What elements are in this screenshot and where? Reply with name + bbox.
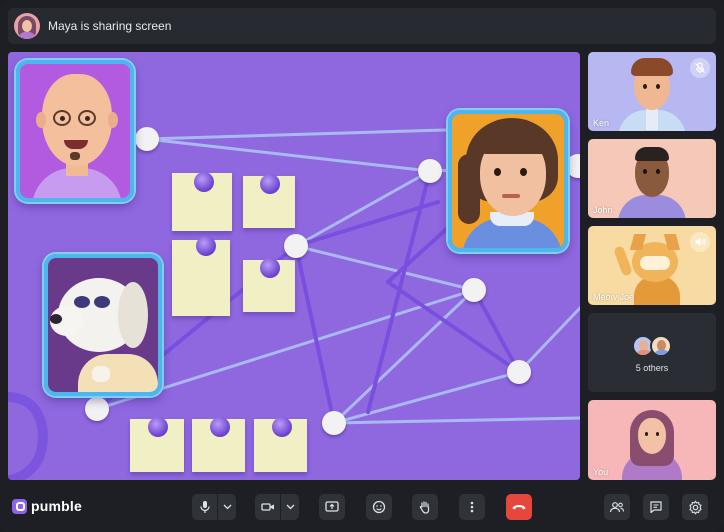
share-screen-button[interactable] [319, 494, 345, 520]
screen-share-banner: Maya is sharing screen [8, 8, 716, 44]
board-photo-bald-man [16, 60, 134, 202]
mic-options-button[interactable] [218, 494, 236, 520]
pushpin [272, 417, 292, 437]
call-toolbar: pumble [0, 488, 724, 532]
board-node [135, 127, 159, 151]
hand-icon [419, 501, 430, 514]
hang-up-icon [512, 505, 526, 510]
board-node [507, 360, 531, 384]
participant-name: Meow Joe [593, 292, 635, 302]
speaker-icon [690, 232, 710, 252]
more-options-button[interactable] [459, 494, 485, 520]
mic-muted-icon [690, 58, 710, 78]
chevron-down-icon [286, 504, 294, 510]
participants-button[interactable] [604, 494, 630, 520]
smiley-icon [372, 500, 386, 514]
board-node [284, 234, 308, 258]
participant-name: John [593, 205, 613, 215]
participant-tile-ken[interactable]: Ken [588, 52, 716, 131]
pumble-logo-icon [12, 498, 27, 514]
gear-icon [688, 500, 702, 514]
people-icon [609, 502, 625, 513]
pushpin [148, 417, 168, 437]
end-call-button[interactable] [506, 494, 532, 520]
meeting-window: Maya is sharing screen Ken John Meow Joe… [0, 0, 724, 532]
brand-name: pumble [31, 498, 82, 514]
participant-tile-meow-joe[interactable]: Meow Joe [588, 226, 716, 305]
mic-control [192, 494, 236, 520]
avatar [650, 335, 672, 357]
participant-name: Ken [593, 118, 610, 128]
participant-tile-john[interactable]: John [588, 139, 716, 218]
pushpin [260, 258, 280, 278]
participant-tile-you[interactable]: You [588, 400, 716, 480]
pushpin [196, 236, 216, 256]
board-photo-woman [448, 110, 568, 252]
board-node [418, 159, 442, 183]
board-node [85, 397, 109, 421]
pumble-logo: pumble [12, 498, 82, 514]
board-node [462, 278, 486, 302]
pushpin [210, 417, 230, 437]
participant-name: You [593, 467, 609, 477]
shared-screen [8, 52, 580, 480]
pushpin [194, 172, 214, 192]
participant-tile-others[interactable]: 5 others [588, 313, 716, 392]
board-node [322, 411, 346, 435]
pushpin [260, 174, 280, 194]
others-count-label: 5 others [635, 363, 669, 373]
presenter-avatar [14, 13, 40, 39]
board-photo-dog [44, 254, 162, 396]
chevron-down-icon [223, 504, 231, 510]
screen-share-icon [325, 501, 339, 512]
mic-button[interactable] [192, 494, 218, 520]
sharing-status-text: Maya is sharing screen [48, 19, 172, 33]
reactions-button[interactable] [366, 494, 392, 520]
camera-control [255, 494, 299, 520]
microphone-icon [199, 501, 210, 513]
others-avatar-stack [632, 335, 674, 357]
chat-button[interactable] [643, 494, 669, 520]
raise-hand-button[interactable] [412, 494, 438, 520]
chat-icon [650, 501, 662, 514]
more-vertical-icon [470, 501, 474, 513]
settings-button[interactable] [682, 494, 708, 520]
camera-button[interactable] [255, 494, 281, 520]
video-camera-icon [260, 503, 274, 511]
camera-options-button[interactable] [281, 494, 299, 520]
